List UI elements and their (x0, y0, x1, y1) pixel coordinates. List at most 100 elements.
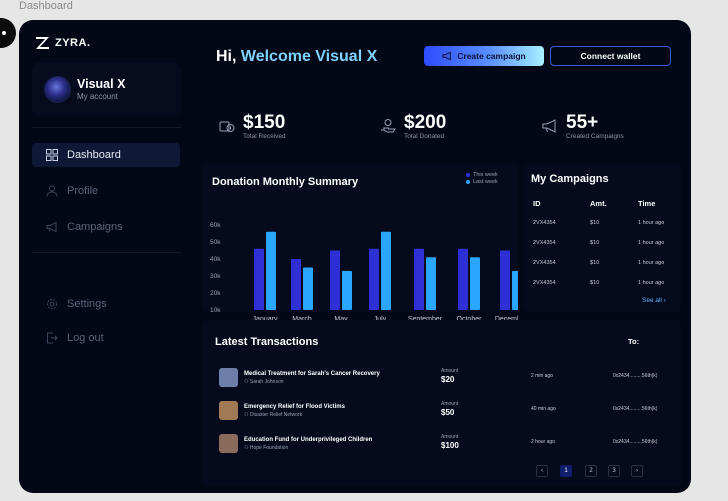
sidebar-item-campaigns[interactable]: Campaigns (32, 215, 180, 239)
y-tick-label: 60k (210, 222, 221, 229)
create-campaign-label: Create campaign (457, 51, 526, 61)
campaign-cell-time: 1 hour ago (638, 280, 665, 286)
transactions-title: Latest Transactions (215, 336, 319, 348)
donate-hand-icon (381, 119, 396, 133)
transaction-time: 2 hour ago (531, 439, 555, 445)
pagination-page-2[interactable]: 2 (585, 465, 597, 477)
bar-january-this-week (254, 248, 264, 310)
grid-icon (46, 149, 58, 161)
pagination-prev[interactable]: ‹ (536, 465, 548, 477)
legend-item-this-week: This week (466, 172, 498, 179)
user-icon (46, 185, 58, 197)
y-tick-label: 40k (210, 256, 221, 263)
amount-label: Amount (441, 401, 459, 407)
stat-value: $150 (243, 111, 286, 133)
sidebar-item-dashboard[interactable]: Dashboard (32, 143, 180, 167)
bar-july-last-week (381, 231, 391, 310)
transaction-time: 40 min ago (531, 406, 556, 412)
chart-title: Donation Monthly Summary (212, 176, 359, 188)
y-tick-label: 50k (210, 239, 221, 246)
stat-label: Total Received (243, 132, 286, 140)
y-tick-label: 10k (210, 307, 221, 314)
sidebar-item-label: Profile (67, 185, 99, 197)
transaction-org: ⚇ Hope Foundation (244, 445, 288, 451)
profile-card[interactable]: Visual X My account (32, 62, 181, 116)
sidebar-item-label: Log out (67, 332, 104, 344)
transaction-title: Medical Treatment for Sarah's Cancer Rec… (244, 371, 380, 377)
page-title: Hi, Welcome Visual X (216, 48, 377, 66)
bar-march-last-week (303, 267, 313, 310)
table-row[interactable]: Medical Treatment for Sarah's Cancer Rec… (219, 368, 679, 390)
cursor-indicator (0, 18, 16, 48)
transaction-address: 0x2434.........56th(k) (613, 439, 658, 445)
dashboard-app: ZYRA. Visual X My account Dashboard Prof… (19, 20, 691, 493)
org-name: Disaster Relief Network (249, 412, 303, 418)
table-row[interactable]: Emergency Relief for Flood Victims ⚇ Disa… (219, 401, 679, 423)
logout-icon (47, 332, 58, 344)
amount-label: Amount (441, 434, 459, 440)
table-row[interactable]: Education Fund for Underprivileged Child… (219, 434, 679, 456)
sidebar-item-profile[interactable]: Profile (32, 179, 180, 203)
stat-value: 55+ (566, 111, 599, 133)
legend-label: Last week (473, 179, 498, 185)
greeting-name: Welcome Visual X (240, 48, 378, 65)
stat-label: Created Campaigns (566, 132, 624, 140)
connect-wallet-button[interactable]: Connect wallet (550, 46, 671, 66)
campaigns-header-amt: Amt. (590, 199, 607, 208)
bar-january-last-week (266, 231, 276, 310)
connect-wallet-label: Connect wallet (580, 51, 641, 61)
megaphone-icon (46, 221, 57, 233)
campaign-cell-time: 1 hour ago (638, 260, 665, 266)
transaction-title: Education Fund for Underprivileged Child… (244, 437, 373, 443)
pagination-next[interactable]: › (631, 465, 643, 477)
stat-value: $200 (404, 111, 447, 133)
campaign-cell-id: 2VX4354 (533, 260, 556, 266)
sidebar-item-label: Settings (67, 298, 107, 310)
wallet-coin-icon (219, 121, 235, 132)
my-campaigns-panel (524, 164, 681, 312)
legend-label: This week (473, 172, 498, 178)
bar-july-this-week (369, 248, 379, 310)
campaign-cell-time: 1 hour ago (638, 240, 665, 246)
create-campaign-button[interactable]: Create campaign (424, 46, 544, 66)
campaign-cell-amt: $10 (590, 220, 600, 226)
campaign-thumbnail (219, 368, 238, 387)
transaction-amount: $100 (441, 441, 459, 450)
transaction-org: ⚇ Disaster Relief Network (244, 412, 302, 418)
transactions-to-header: To: (628, 337, 640, 346)
megaphone-icon (542, 119, 556, 133)
zyra-logo-icon (36, 37, 49, 49)
bar-september-this-week (414, 248, 424, 310)
pagination-page-1[interactable]: 1 (560, 465, 572, 477)
sidebar: ZYRA. Visual X My account Dashboard Prof… (19, 20, 199, 493)
sidebar-item-settings[interactable]: Settings (32, 292, 180, 316)
sidebar-item-label: Campaigns (67, 221, 123, 233)
stat-total-received: $150 Total Received (219, 100, 286, 152)
sidebar-item-logout[interactable]: Log out (32, 326, 180, 350)
transaction-amount: $50 (441, 408, 455, 417)
gear-icon (47, 299, 57, 309)
sidebar-item-label: Dashboard (67, 149, 121, 161)
transaction-amount: $20 (441, 375, 455, 384)
campaign-cell-amt: $10 (590, 240, 600, 246)
pagination-page-3[interactable]: 3 (608, 465, 620, 477)
campaign-cell-id: 2VX4354 (533, 220, 556, 226)
bar-december-this-week (500, 250, 510, 310)
bar-october-this-week (458, 248, 468, 310)
y-tick-label: 30k (210, 273, 221, 280)
frame-label: Dashboard (19, 0, 73, 12)
bar-december-last-week (512, 270, 518, 310)
amount-label: Amount (441, 368, 459, 374)
campaigns-header-id: ID (533, 199, 541, 208)
brand-logo[interactable]: ZYRA. (35, 36, 91, 50)
sidebar-divider (32, 127, 181, 128)
campaign-cell-id: 2VX4354 (533, 240, 556, 246)
see-all-link[interactable]: See all › (642, 297, 666, 304)
stat-label: Total Donated (404, 132, 445, 140)
transaction-org: ⚇ Sarah Johnson (244, 379, 284, 385)
campaign-cell-time: 1 hour ago (638, 220, 665, 226)
avatar (44, 75, 71, 103)
org-name: Hope Foundation (249, 445, 289, 451)
stat-created-campaigns: 55+ Created Campaigns (542, 100, 624, 152)
stat-total-donated: $200 Total Donated (380, 100, 446, 152)
